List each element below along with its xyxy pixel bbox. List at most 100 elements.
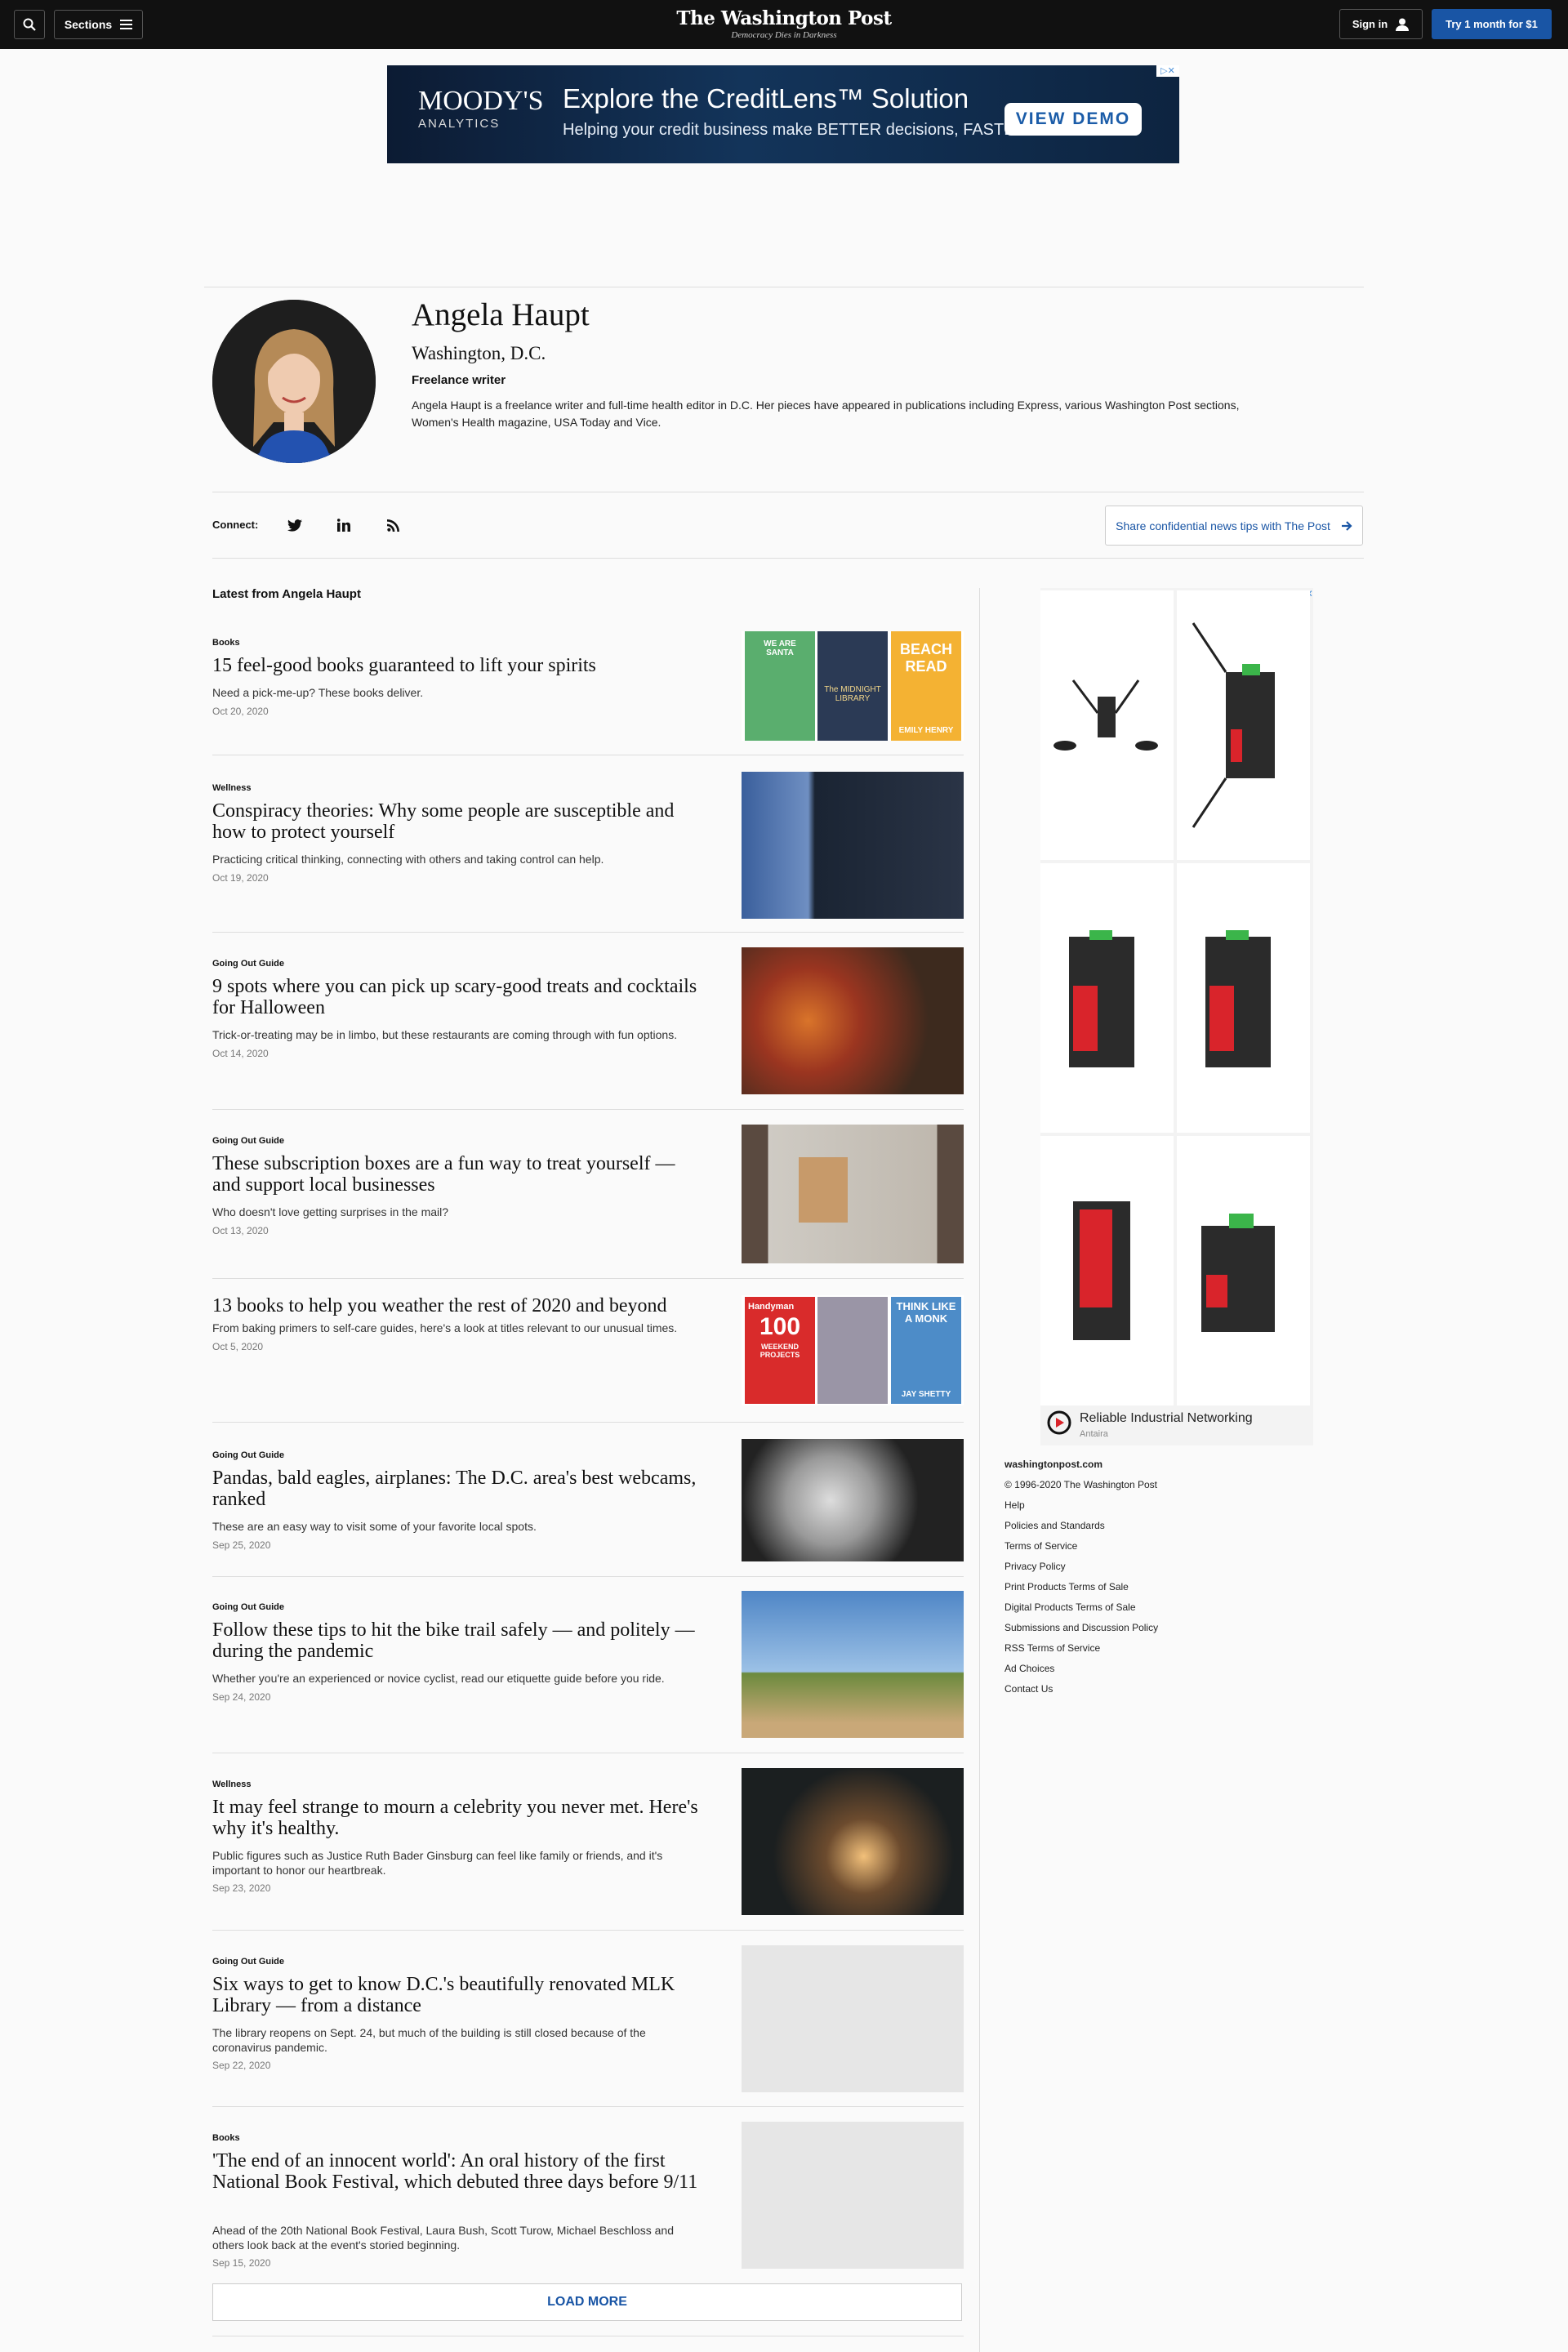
article-title[interactable]: 'The end of an innocent world': An oral … bbox=[212, 2150, 702, 2193]
footer-link-digital-terms[interactable]: Digital Products Terms of Sale bbox=[1004, 1597, 1158, 1618]
article-kicker[interactable]: Going Out Guide bbox=[212, 959, 284, 969]
divider bbox=[212, 932, 964, 933]
footer-link-submissions[interactable]: Submissions and Discussion Policy bbox=[1004, 1618, 1158, 1638]
article-thumbnail[interactable] bbox=[742, 1591, 964, 1738]
share-news-tips-button[interactable]: Share confidential news tips with The Po… bbox=[1105, 506, 1363, 546]
divider bbox=[212, 1278, 964, 1279]
article-title[interactable]: These subscription boxes are a fun way t… bbox=[212, 1153, 702, 1196]
site-logo[interactable]: The Washington Post Democracy Dies in Da… bbox=[621, 7, 947, 40]
latest-heading: Latest from Angela Haupt bbox=[212, 587, 361, 601]
load-more-button[interactable]: LOAD MORE bbox=[212, 2283, 962, 2321]
article-title[interactable]: Six ways to get to know D.C.'s beautiful… bbox=[212, 1974, 702, 2016]
article-kicker[interactable]: Going Out Guide bbox=[212, 1450, 284, 1460]
article-item[interactable]: Going Out Guide Six ways to get to know … bbox=[212, 1945, 964, 2092]
divider bbox=[212, 1422, 964, 1423]
footer-site-name[interactable]: washingtonpost.com bbox=[1004, 1454, 1158, 1475]
ad-product-image[interactable] bbox=[1177, 863, 1310, 1133]
ad-view-demo-button[interactable]: VIEW DEMO bbox=[1004, 103, 1142, 136]
footer-link-help[interactable]: Help bbox=[1004, 1495, 1158, 1516]
footer-link-terms[interactable]: Terms of Service bbox=[1004, 1536, 1158, 1557]
sidebar-ad[interactable]: ▷✕ Reliable Industrial Networking Antair… bbox=[1040, 588, 1313, 1446]
rss-link[interactable] bbox=[383, 515, 403, 535]
search-button[interactable] bbox=[14, 10, 45, 39]
article-title[interactable]: 9 spots where you can pick up scary-good… bbox=[212, 976, 702, 1018]
article-item[interactable]: 13 books to help you weather the rest of… bbox=[212, 1295, 964, 1405]
footer-link-contact[interactable]: Contact Us bbox=[1004, 1679, 1158, 1699]
article-title[interactable]: 13 books to help you weather the rest of… bbox=[212, 1295, 702, 1316]
book-cover-title: BEACH READ bbox=[899, 641, 952, 675]
book-cover-author: JAY SHETTY bbox=[901, 1390, 951, 1399]
ad-product-image[interactable] bbox=[1040, 590, 1174, 860]
article-thumbnail[interactable] bbox=[742, 1945, 964, 2092]
footer-link-policies[interactable]: Policies and Standards bbox=[1004, 1516, 1158, 1536]
ad-brand: MOODY'S bbox=[418, 86, 544, 116]
article-title[interactable]: 15 feel-good books guaranteed to lift yo… bbox=[212, 655, 702, 676]
article-item[interactable]: Going Out Guide These subscription boxes… bbox=[212, 1125, 964, 1263]
book-cover-title: Handyman bbox=[748, 1302, 795, 1312]
ad-choices-icon[interactable]: ▷✕ bbox=[1156, 65, 1179, 77]
article-item[interactable]: Going Out Guide Pandas, bald eagles, air… bbox=[212, 1439, 964, 1561]
divider bbox=[212, 1930, 964, 1931]
article-thumbnail[interactable] bbox=[742, 2122, 964, 2269]
ad-product-image[interactable] bbox=[1040, 1136, 1174, 1405]
article-item[interactable]: Wellness It may feel strange to mourn a … bbox=[212, 1768, 964, 1915]
article-date: Sep 24, 2020 bbox=[212, 1691, 271, 1703]
article-title[interactable]: Pandas, bald eagles, airplanes: The D.C.… bbox=[212, 1468, 702, 1510]
article-thumbnail[interactable] bbox=[742, 1768, 964, 1915]
ad-title[interactable]: Reliable Industrial Networking bbox=[1080, 1411, 1253, 1426]
article-thumbnail[interactable] bbox=[742, 1125, 964, 1263]
linkedin-link[interactable] bbox=[334, 515, 354, 535]
divider bbox=[212, 558, 1364, 559]
user-icon bbox=[1396, 18, 1410, 31]
article-item[interactable]: Wellness Conspiracy theories: Why some p… bbox=[212, 772, 964, 919]
logo-tagline: Democracy Dies in Darkness bbox=[731, 30, 837, 40]
article-kicker[interactable]: Going Out Guide bbox=[212, 1136, 284, 1146]
article-title[interactable]: It may feel strange to mourn a celebrity… bbox=[212, 1797, 702, 1839]
article-thumbnail[interactable] bbox=[742, 772, 964, 919]
author-location: Washington, D.C. bbox=[412, 343, 546, 363]
footer-link-rss-terms[interactable]: RSS Terms of Service bbox=[1004, 1638, 1158, 1659]
twitter-link[interactable] bbox=[285, 515, 305, 535]
divider bbox=[212, 1109, 964, 1110]
twitter-icon bbox=[287, 519, 302, 532]
footer-link-print-terms[interactable]: Print Products Terms of Sale bbox=[1004, 1577, 1158, 1597]
article-blurb: Public figures such as Justice Ruth Bade… bbox=[212, 1849, 663, 1877]
article-date: Sep 25, 2020 bbox=[212, 1539, 271, 1551]
article-title[interactable]: Follow these tips to hit the bike trail … bbox=[212, 1619, 702, 1662]
ad-product-image[interactable] bbox=[1040, 863, 1174, 1133]
subscribe-button[interactable]: Try 1 month for $1 bbox=[1432, 9, 1552, 39]
article-thumbnail[interactable]: WE ARE SANTA The MIDNIGHT LIBRARY BEACH … bbox=[742, 631, 964, 741]
top-banner-ad[interactable]: MOODY'S ANALYTICS Explore the CreditLens… bbox=[387, 65, 1179, 163]
author-name: Angela Haupt bbox=[412, 297, 590, 332]
article-date: Oct 5, 2020 bbox=[212, 1341, 264, 1352]
article-kicker[interactable]: Going Out Guide bbox=[212, 1957, 284, 1967]
article-item[interactable]: Going Out Guide Follow these tips to hit… bbox=[212, 1591, 964, 1738]
ad-brand-sub: ANALYTICS bbox=[418, 117, 501, 131]
book-cover-title: 100 bbox=[759, 1313, 801, 1340]
article-thumbnail[interactable] bbox=[742, 1439, 964, 1561]
article-blurb: These are an easy way to visit some of y… bbox=[212, 1520, 537, 1533]
article-date: Oct 14, 2020 bbox=[212, 1048, 269, 1059]
article-blurb: Whether you're an experienced or novice … bbox=[212, 1672, 665, 1685]
article-kicker[interactable]: Wellness bbox=[212, 1780, 252, 1789]
article-kicker[interactable]: Books bbox=[212, 638, 240, 648]
article-kicker[interactable]: Books bbox=[212, 2133, 240, 2143]
book-cover-author: EMILY HENRY bbox=[898, 726, 954, 735]
ad-product-image[interactable] bbox=[1177, 1136, 1310, 1405]
footer-link-privacy[interactable]: Privacy Policy bbox=[1004, 1557, 1158, 1577]
article-blurb: Trick-or-treating may be in limbo, but t… bbox=[212, 1028, 678, 1041]
ad-product-image[interactable] bbox=[1177, 590, 1310, 860]
sections-menu-button[interactable]: Sections bbox=[54, 10, 143, 39]
article-item[interactable]: Books 'The end of an innocent world': An… bbox=[212, 2122, 964, 2269]
article-item[interactable]: Going Out Guide 9 spots where you can pi… bbox=[212, 947, 964, 1094]
article-kicker[interactable]: Wellness bbox=[212, 783, 252, 793]
article-blurb: Who doesn't love getting surprises in th… bbox=[212, 1205, 449, 1218]
sign-in-button[interactable]: Sign in bbox=[1339, 9, 1423, 39]
article-date: Oct 13, 2020 bbox=[212, 1225, 269, 1236]
article-kicker[interactable]: Going Out Guide bbox=[212, 1602, 284, 1612]
article-title[interactable]: Conspiracy theories: Why some people are… bbox=[212, 800, 702, 843]
article-thumbnail[interactable] bbox=[742, 947, 964, 1094]
footer-link-ad-choices[interactable]: Ad Choices bbox=[1004, 1659, 1158, 1679]
article-item[interactable]: Books 15 feel-good books guaranteed to l… bbox=[212, 631, 964, 746]
article-thumbnail[interactable]: Handyman 100 WEEKEND PROJECTS THINK LIKE… bbox=[742, 1295, 964, 1405]
